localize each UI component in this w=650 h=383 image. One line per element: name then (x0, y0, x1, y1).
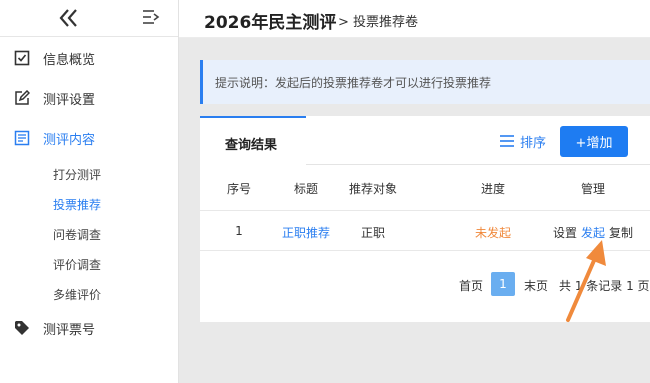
list-icon (500, 135, 514, 147)
sidebar-sub-item-vote[interactable]: 投票推荐 (53, 196, 101, 213)
tab-label: 查询结果 (225, 138, 278, 153)
column-header-index: 序号 (226, 182, 252, 196)
table-divider (200, 210, 650, 211)
first-page-button[interactable]: 首页 (459, 277, 483, 294)
menu-fold-icon[interactable] (142, 9, 160, 25)
breadcrumb: > 投票推荐卷 (338, 15, 419, 30)
tip-text: 提示说明：发起后的投票推荐卷才可以进行投票推荐 (215, 76, 492, 90)
sidebar-item-label: 信息概览 (43, 52, 96, 68)
column-header-target: 推荐对象 (348, 182, 398, 196)
document-list-icon (14, 130, 30, 146)
copy-link[interactable]: 复制 (609, 224, 633, 241)
column-header-manage: 管理 (580, 182, 606, 196)
sidebar: 信息概览 测评设置 测评内容 打分测评 投票推荐 问卷调查 评价调查 多维评价 … (0, 0, 179, 383)
sidebar-item-label: 测评票号 (43, 322, 96, 338)
column-header-status: 进度 (480, 182, 506, 196)
tab-divider (306, 164, 650, 165)
sidebar-sub-item-evaluation[interactable]: 评价调查 (53, 256, 101, 273)
tip-banner: 提示说明：发起后的投票推荐卷才可以进行投票推荐 (200, 60, 650, 104)
sidebar-item-content[interactable]: 测评内容 (0, 122, 178, 154)
edit-icon (15, 90, 30, 105)
tag-icon (15, 321, 29, 335)
sidebar-item-label: 测评设置 (43, 92, 96, 108)
row-status: 未发起 (474, 226, 512, 240)
page-header: 2026年民主测评 > 投票推荐卷 (179, 0, 650, 38)
page-title: 2026年民主测评 (204, 13, 337, 33)
add-button[interactable]: +增加 (560, 126, 628, 157)
sidebar-sub-item-score[interactable]: 打分测评 (53, 166, 101, 183)
sidebar-sub-item-survey[interactable]: 问卷调查 (53, 226, 101, 243)
sidebar-item-ticket[interactable]: 测评票号 (0, 312, 178, 344)
sort-button[interactable]: 排序 (500, 126, 546, 156)
tab-query-results[interactable]: 查询结果 (200, 116, 306, 164)
sidebar-item-settings[interactable]: 测评设置 (0, 82, 178, 114)
sidebar-item-overview[interactable]: 信息概览 (0, 42, 178, 74)
annotation-arrow-icon (566, 240, 606, 322)
add-label: +增加 (575, 136, 613, 151)
current-page-button[interactable]: 1 (491, 272, 515, 296)
sidebar-sub-item-multidim[interactable]: 多维评价 (53, 286, 101, 303)
row-title-link[interactable]: 正职推荐 (282, 224, 330, 241)
collapse-sidebar-icon[interactable] (58, 7, 80, 29)
row-index: 1 (235, 224, 243, 238)
sidebar-item-label: 测评内容 (43, 132, 96, 148)
sidebar-top (0, 0, 178, 37)
sort-label: 排序 (520, 135, 547, 151)
checkbox-icon (14, 50, 30, 66)
column-header-title: 标题 (293, 182, 319, 196)
last-page-button[interactable]: 末页 (524, 277, 548, 294)
row-target: 正职 (360, 226, 386, 240)
